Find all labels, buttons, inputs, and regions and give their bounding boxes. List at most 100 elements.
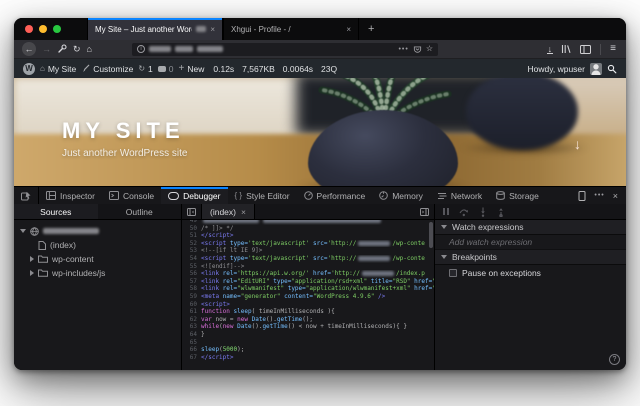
browser-toolbar: ← → ↻ ⌂ i ••• ☆ ↓ ≡ <box>14 40 626 59</box>
line-number[interactable]: 50 <box>182 225 201 233</box>
wrench-extension-icon[interactable] <box>57 44 67 54</box>
line-number[interactable]: 61 <box>182 308 201 316</box>
tree-item-wp-includes-js[interactable]: wp-includes/js <box>14 266 181 280</box>
new-tab-button[interactable]: + <box>359 18 383 40</box>
line-number[interactable]: 52 <box>182 240 201 248</box>
step-out-icon[interactable] <box>497 207 505 217</box>
tab-close-icon[interactable]: × <box>346 25 351 34</box>
file-icon <box>38 240 46 250</box>
adminbar-new[interactable]: + New <box>179 63 205 74</box>
devtools-close-icon[interactable]: × <box>613 191 618 201</box>
devtools-tab-inspector[interactable]: Inspector <box>39 187 102 204</box>
line-number[interactable]: 51 <box>182 232 201 240</box>
line-number[interactable]: 67 <box>182 354 201 362</box>
search-icon[interactable] <box>607 64 617 74</box>
pocket-icon[interactable] <box>413 45 422 54</box>
forward-icon[interactable]: → <box>42 44 51 54</box>
memory-icon <box>379 191 389 200</box>
bookmark-star-icon[interactable]: ☆ <box>426 45 433 53</box>
url-bar[interactable]: i ••• ☆ <box>131 42 438 56</box>
tab-sources[interactable]: Sources <box>14 204 98 219</box>
line-number[interactable]: 63 <box>182 323 201 331</box>
tab-close-icon[interactable]: × <box>210 25 215 34</box>
line-number[interactable]: 65 <box>182 339 201 347</box>
adminbar-updates[interactable]: ↻ 1 <box>138 64 152 74</box>
watch-expressions-header[interactable]: Watch expressions <box>435 220 626 235</box>
sources-tree: (index) wp-content wp-includes/js <box>14 220 181 280</box>
devtools-tab-debugger[interactable]: Debugger <box>161 187 228 204</box>
wordpress-logo-icon[interactable]: W <box>23 62 35 75</box>
breakpoints-header[interactable]: Breakpoints <box>435 250 626 265</box>
home-icon: ⌂ <box>40 64 45 73</box>
adminbar-my-site[interactable]: ⌂ My Site <box>40 64 76 74</box>
pause-icon[interactable] <box>443 208 449 215</box>
library-icon[interactable] <box>561 44 571 54</box>
tree-item-index[interactable]: (index) <box>14 238 181 252</box>
devtools-tab-storage[interactable]: Storage <box>489 187 546 204</box>
line-number[interactable]: 56 <box>182 270 201 278</box>
line-number[interactable]: 58 <box>182 285 201 293</box>
updates-icon: ↻ <box>138 64 146 73</box>
minimize-window-button[interactable] <box>39 25 47 33</box>
step-in-icon[interactable] <box>479 207 487 217</box>
downloads-icon[interactable]: ↓ <box>546 44 553 54</box>
meatball-menu-icon[interactable]: ••• <box>594 192 604 199</box>
devtools-tab-network[interactable]: Network <box>430 187 489 204</box>
line-number[interactable]: 66 <box>182 346 201 354</box>
adminbar-customize[interactable]: Customize <box>81 64 133 74</box>
pause-on-exceptions-row[interactable]: Pause on exceptions <box>435 265 626 280</box>
back-button[interactable]: ← <box>22 42 36 56</box>
devtools-tab-memory[interactable]: Memory <box>372 187 430 204</box>
code-line: 53 <!--[if lt IE 9]> <box>182 247 434 255</box>
tab-close-icon[interactable]: × <box>241 207 246 217</box>
line-number[interactable]: 57 <box>182 278 201 286</box>
reload-icon[interactable]: ↻ <box>73 44 81 54</box>
line-number[interactable]: 60 <box>182 301 201 309</box>
pick-element-button[interactable] <box>14 187 39 204</box>
adminbar-comments[interactable]: 0 <box>157 64 174 74</box>
zoom-window-button[interactable] <box>53 25 61 33</box>
howdy-label[interactable]: Howdy, wpuser <box>528 64 585 74</box>
collapse-sidebar-icon[interactable] <box>182 204 202 219</box>
expand-panes-icon[interactable] <box>415 204 434 219</box>
debugger-panel: Sources Outline (index) wp-content wp-in… <box>14 204 626 370</box>
editor-tab-index[interactable]: (index) × <box>202 204 255 219</box>
scroll-down-arrow[interactable]: ↓ <box>574 136 581 152</box>
close-window-button[interactable] <box>25 25 33 33</box>
tree-label: (index) <box>50 240 76 250</box>
tree-item-wp-content[interactable]: wp-content <box>14 252 181 266</box>
editor-scrollbar[interactable] <box>429 222 433 248</box>
step-over-icon[interactable] <box>459 207 469 217</box>
line-number[interactable]: 64 <box>182 331 201 339</box>
sidebar-toggle-icon[interactable] <box>580 44 592 54</box>
query-monitor-stats[interactable]: 0.12s 7,567KB 0.0064s 23Q <box>213 64 337 74</box>
help-icon[interactable]: ? <box>609 354 620 365</box>
page-actions-icon[interactable]: ••• <box>398 46 408 53</box>
user-avatar[interactable] <box>590 62 602 75</box>
inspector-icon <box>46 191 56 200</box>
line-number[interactable]: 53 <box>182 247 201 255</box>
code-line: 60 <script> <box>182 301 434 309</box>
devtools-tab-style-editor[interactable]: { } Style Editor <box>228 187 297 204</box>
line-number[interactable]: 55 <box>182 263 201 271</box>
responsive-mode-icon[interactable] <box>578 190 586 201</box>
tab-outline[interactable]: Outline <box>98 204 182 219</box>
chevron-down-icon <box>441 225 447 229</box>
line-number[interactable]: 59 <box>182 293 201 301</box>
code-viewport[interactable]: 49 50/* ]]> */51 </script> 52 <script type='… <box>182 220 434 370</box>
add-watch-expression-input[interactable]: Add watch expression <box>435 235 626 250</box>
browser-tab-my-site[interactable]: My Site – Just another WordPress S × <box>87 18 223 40</box>
breakpoints-label: Breakpoints <box>452 252 497 262</box>
pause-on-exceptions-checkbox[interactable] <box>449 268 457 277</box>
devtools-tab-performance[interactable]: Performance <box>297 187 373 204</box>
home-icon[interactable]: ⌂ <box>87 44 92 54</box>
site-info-icon[interactable]: i <box>136 45 145 53</box>
devtools-tab-console[interactable]: Console <box>102 187 161 204</box>
hamburger-menu-icon[interactable]: ≡ <box>610 44 616 54</box>
browser-tab-xhgui[interactable]: Xhgui - Profile - / × <box>223 18 359 40</box>
line-number[interactable]: 54 <box>182 255 201 263</box>
redacted-code <box>361 271 394 277</box>
globe-icon <box>30 226 39 236</box>
line-number[interactable]: 62 <box>182 316 201 324</box>
tree-item-domain[interactable] <box>14 224 181 238</box>
